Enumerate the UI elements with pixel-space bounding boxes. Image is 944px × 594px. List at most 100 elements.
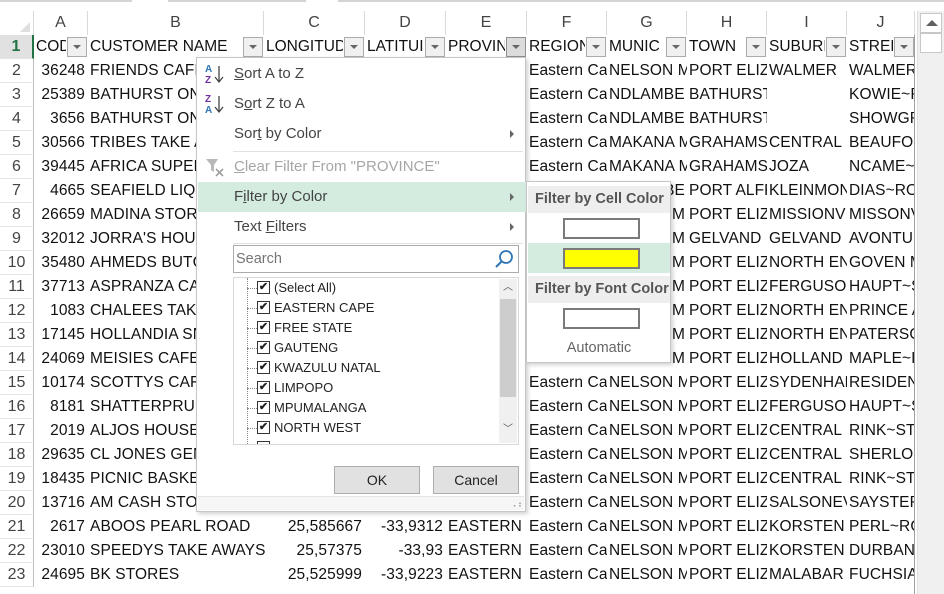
filter-search-input[interactable] (234, 246, 484, 272)
cell-code[interactable]: 35480 (34, 251, 88, 275)
cell-code[interactable]: 17145 (34, 323, 88, 347)
cell-town[interactable]: PORT ELIZ (687, 323, 767, 347)
cell-region[interactable]: Eastern Ca (527, 419, 607, 443)
cell-color-option-no-fill[interactable] (528, 213, 670, 243)
cell-region[interactable]: Eastern Ca (527, 371, 607, 395)
cell-street[interactable]: RINK~STF (847, 419, 915, 443)
cell-street[interactable]: SHOWGR (847, 107, 915, 131)
header-cell[interactable]: SUBURI (767, 35, 825, 59)
header-cell[interactable]: LONGITUD (264, 35, 343, 59)
cell-town[interactable]: PORT ELIZ (687, 563, 767, 587)
cell-region[interactable]: Eastern Ca (527, 83, 607, 107)
header-cell[interactable]: TOWN (687, 35, 745, 59)
resize-grip-icon[interactable]: ⠠⠰ (510, 500, 522, 509)
cell-suburb[interactable]: KLEINMON (767, 179, 847, 203)
row-header[interactable]: 13 (0, 323, 34, 347)
cell-street[interactable]: DURBAN (847, 539, 915, 563)
cell-town[interactable]: GRAHAMS (687, 131, 767, 155)
checkbox[interactable]: ✔ (257, 341, 270, 354)
cell-town[interactable]: PORT ELIZ (687, 347, 767, 371)
filter-dropdown-button[interactable] (344, 37, 364, 57)
cell-munic[interactable]: MAKANA M (607, 131, 687, 155)
cell-region[interactable]: Eastern Ca (527, 59, 607, 83)
cell-code[interactable]: 29635 (34, 443, 88, 467)
font-color-option[interactable] (528, 303, 670, 333)
filter-dropdown-button[interactable] (894, 37, 914, 57)
row-header[interactable]: 2 (0, 59, 34, 83)
cell-street[interactable]: FUCHSIA (847, 563, 915, 587)
cell-prov[interactable]: EASTERN C (446, 563, 527, 587)
clear-filter-item[interactable]: Clear Filter From "PROVINCE" (198, 152, 526, 182)
filter-dropdown-button[interactable] (425, 37, 445, 57)
cell-prov[interactable]: EASTERN C (446, 515, 527, 539)
cell-code[interactable]: 26659 (34, 203, 88, 227)
list-scrollbar[interactable]: ︿ ﹀ (499, 279, 517, 443)
cell-code[interactable]: 32012 (34, 227, 88, 251)
column-header-d[interactable]: D (365, 11, 446, 35)
ok-button[interactable]: OK (334, 466, 420, 494)
cell-munic[interactable]: NELSON M (607, 515, 687, 539)
cell-code[interactable]: 10174 (34, 371, 88, 395)
cell-suburb[interactable]: JOZA (767, 155, 847, 179)
cell-town[interactable]: PORT ELIZ (687, 515, 767, 539)
cell-suburb[interactable]: NORTH EN (767, 299, 847, 323)
vertical-scrollbar[interactable] (917, 11, 944, 594)
cell-street[interactable]: AVONTU (847, 227, 915, 251)
cell-munic[interactable]: NELSON M (607, 371, 687, 395)
cell-suburb[interactable]: WALMER (767, 59, 847, 83)
row-header[interactable]: 16 (0, 395, 34, 419)
cell-suburb[interactable]: CENTRAL (767, 443, 847, 467)
cell-lon[interactable]: 25,585667 (264, 515, 365, 539)
cell-street[interactable]: MAPLE~R (847, 347, 915, 371)
cell-street[interactable]: KOWIE~R (847, 83, 915, 107)
cell-munic[interactable]: NELSON M (607, 467, 687, 491)
filter-dropdown-button[interactable] (746, 37, 766, 57)
checkbox[interactable]: ✔ (257, 321, 270, 334)
cell-suburb[interactable]: FERGUSON (767, 275, 847, 299)
column-header-i[interactable]: I (767, 11, 847, 35)
cell-code[interactable]: 18435 (34, 467, 88, 491)
cell-town[interactable]: PORT ALFF (687, 179, 767, 203)
cell-town[interactable]: PORT ELIZ (687, 419, 767, 443)
cell-suburb[interactable]: MISSIONV (767, 203, 847, 227)
filter-search-box[interactable] (233, 245, 519, 273)
row-header[interactable]: 15 (0, 371, 34, 395)
cell-code[interactable]: 36248 (34, 59, 88, 83)
header-cell[interactable]: PROVIN (446, 35, 505, 59)
cell-munic[interactable]: NELSON M (607, 395, 687, 419)
cell-street[interactable]: BEAUFOR (847, 131, 915, 155)
cell-suburb[interactable]: NORTH EN (767, 323, 847, 347)
cell-suburb[interactable]: MALABAR (767, 563, 847, 587)
checkbox[interactable]: ✔ (257, 281, 270, 294)
row-header[interactable]: 1 (0, 35, 34, 59)
checkbox-partial-item[interactable] (257, 441, 270, 444)
cell-town[interactable]: PORT ELIZ (687, 59, 767, 83)
cell-town[interactable]: PORT ELIZ (687, 299, 767, 323)
cell-lat[interactable]: -33,93 (365, 539, 446, 563)
cell-street[interactable]: SHERLOC (847, 443, 915, 467)
row-header[interactable]: 12 (0, 299, 34, 323)
cell-code[interactable]: 25389 (34, 83, 88, 107)
row-header[interactable]: 20 (0, 491, 34, 515)
cell-region[interactable]: Eastern Ca (527, 563, 607, 587)
cancel-button[interactable]: Cancel (433, 466, 519, 494)
cell-suburb[interactable]: HOLLAND (767, 347, 847, 371)
cell-suburb[interactable]: CENTRAL (767, 131, 847, 155)
cell-street[interactable]: PERL~RO (847, 515, 915, 539)
row-header[interactable]: 4 (0, 107, 34, 131)
cell-region[interactable]: Eastern Ca (527, 515, 607, 539)
cell-lat[interactable]: -33,9312 (365, 515, 446, 539)
cell-munic[interactable]: NELSON M (607, 443, 687, 467)
chevron-down-icon[interactable]: ﹀ (503, 425, 513, 435)
checkbox[interactable]: ✔ (257, 421, 270, 434)
cell-region[interactable]: Eastern Ca (527, 131, 607, 155)
filter-dropdown-button[interactable] (586, 37, 606, 57)
row-header[interactable]: 18 (0, 443, 34, 467)
filter-dropdown-button[interactable] (67, 37, 87, 57)
filter-by-color-item[interactable]: Filter by Color (198, 182, 526, 212)
cell-munic[interactable]: NELSON M (607, 419, 687, 443)
cell-code[interactable]: 4665 (34, 179, 88, 203)
cell-street[interactable]: DIAS~ROA (847, 179, 915, 203)
header-cell[interactable]: CUSTOMER NAME (88, 35, 242, 59)
cell-region[interactable]: Eastern Ca (527, 395, 607, 419)
